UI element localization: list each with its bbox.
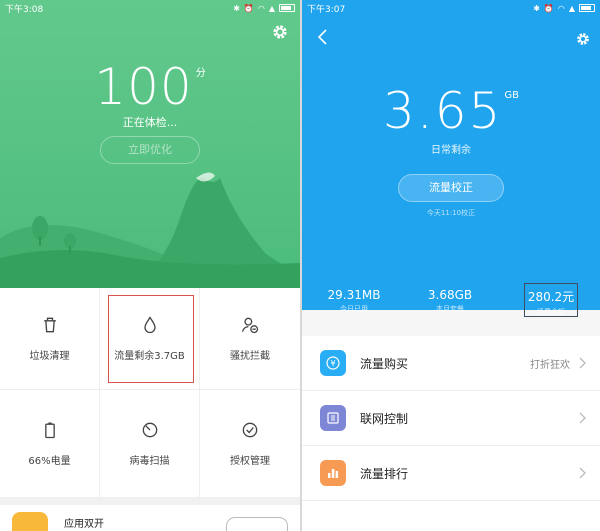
health-score: 100: [94, 58, 193, 116]
status-bar: 下午3:08 ✱ ⏰ ◠ ▲: [0, 0, 300, 16]
tool-label: 骚扰拦截: [230, 351, 270, 362]
calibrate-button[interactable]: 流量校正: [398, 174, 504, 202]
tool-grid: 垃圾清理 流量剩余3.7GB 骚扰拦截 66%电量 病毒扫描 授权管理: [0, 288, 300, 498]
battery-status-icon: [279, 4, 295, 12]
tool-permission-manage[interactable]: 授权管理: [200, 390, 300, 498]
list-item-data-purchase[interactable]: ¥ 流量购买 打折狂欢: [302, 336, 600, 391]
bluetooth-icon: ✱: [533, 3, 540, 13]
app-dual-label: 应用双开: [64, 519, 104, 530]
signal-icon: ▲: [568, 3, 575, 13]
status-time: 下午3:07: [307, 4, 346, 15]
scan-icon: [142, 422, 157, 438]
score-unit: 分: [195, 68, 206, 79]
app-dual-button[interactable]: [226, 517, 288, 531]
tool-junk-cleanup[interactable]: 垃圾清理: [0, 288, 100, 390]
highlight-box: [524, 283, 578, 317]
network-control-icon: [320, 405, 346, 431]
highlight-box: [108, 295, 194, 383]
security-center-screen: 下午3:08 ✱ ⏰ ◠ ▲ 100 分 正在体检... 立即优化 垃圾清理 流…: [0, 0, 300, 531]
app-dual-row[interactable]: 应用双开: [0, 505, 300, 531]
list-item-data-ranking[interactable]: 流量排行: [302, 446, 600, 501]
signal-icon: ▲: [268, 3, 275, 13]
daily-remaining-label: 日常剩余: [431, 145, 471, 156]
back-arrow-icon[interactable]: [316, 28, 328, 46]
settings-gear-icon[interactable]: [272, 24, 288, 40]
battery-status-icon: [579, 4, 595, 12]
check-circle-icon: [242, 422, 258, 438]
mountain-illustration: [0, 172, 300, 288]
promo-label: 打折狂欢: [530, 359, 570, 371]
battery-icon: [44, 422, 55, 439]
data-usage-hero: 下午3:07 ✱ ⏰ ◠ ▲ 3.65 GB 日常剩余 流量校正 今天11:10校…: [302, 0, 600, 317]
tool-data-remaining[interactable]: 流量剩余3.7GB: [100, 288, 200, 390]
tool-label: 垃圾清理: [29, 351, 70, 362]
list-item-network-control[interactable]: 联网控制: [302, 391, 600, 446]
stat-monthly-plan: 3.68GB 本月套餐: [427, 288, 473, 313]
user-block-icon: [241, 317, 259, 334]
tool-label: 授权管理: [230, 456, 270, 467]
trash-icon: [43, 317, 56, 333]
chevron-right-icon: [579, 357, 586, 369]
alarm-icon: ⏰: [243, 3, 254, 13]
yen-icon: ¥: [320, 350, 346, 376]
settings-gear-icon[interactable]: [576, 32, 590, 46]
calibrate-time: 今天11:10校正: [426, 209, 476, 217]
tool-harassment-block[interactable]: 骚扰拦截: [200, 288, 300, 390]
data-usage-screen: 下午3:07 ✱ ⏰ ◠ ▲ 3.65 GB 日常剩余 流量校正 今天11:10校…: [302, 0, 600, 531]
chevron-right-icon: [579, 467, 586, 479]
data-remaining-value: 3.65: [383, 82, 503, 140]
status-time: 下午3:08: [5, 4, 44, 15]
wifi-icon: ◠: [257, 3, 265, 13]
tool-battery[interactable]: 66%电量: [0, 390, 100, 498]
app-dual-icon: [12, 512, 48, 531]
health-check-hero: 下午3:08 ✱ ⏰ ◠ ▲ 100 分 正在体检... 立即优化: [0, 0, 300, 288]
screen-pair: 下午3:08 ✱ ⏰ ◠ ▲ 100 分 正在体检... 立即优化 垃圾清理 流…: [0, 0, 600, 531]
chevron-right-icon: [579, 412, 586, 424]
checking-status: 正在体检...: [122, 116, 178, 129]
wifi-icon: ◠: [557, 3, 565, 13]
bar-chart-icon: [320, 460, 346, 486]
tool-label: 66%电量: [28, 456, 71, 467]
data-unit: GB: [504, 90, 519, 101]
bluetooth-icon: ✱: [233, 3, 240, 13]
alarm-icon: ⏰: [543, 3, 554, 13]
tool-label: 病毒扫描: [129, 456, 170, 467]
tool-virus-scan[interactable]: 病毒扫描: [100, 390, 200, 498]
svg-text:¥: ¥: [330, 359, 335, 368]
stat-today-used: 29.31MB 今日已用: [327, 288, 381, 313]
data-options-list: ¥ 流量购买 打折狂欢 联网控制 流量排行: [302, 336, 600, 501]
status-bar: 下午3:07 ✱ ⏰ ◠ ▲: [302, 0, 600, 16]
